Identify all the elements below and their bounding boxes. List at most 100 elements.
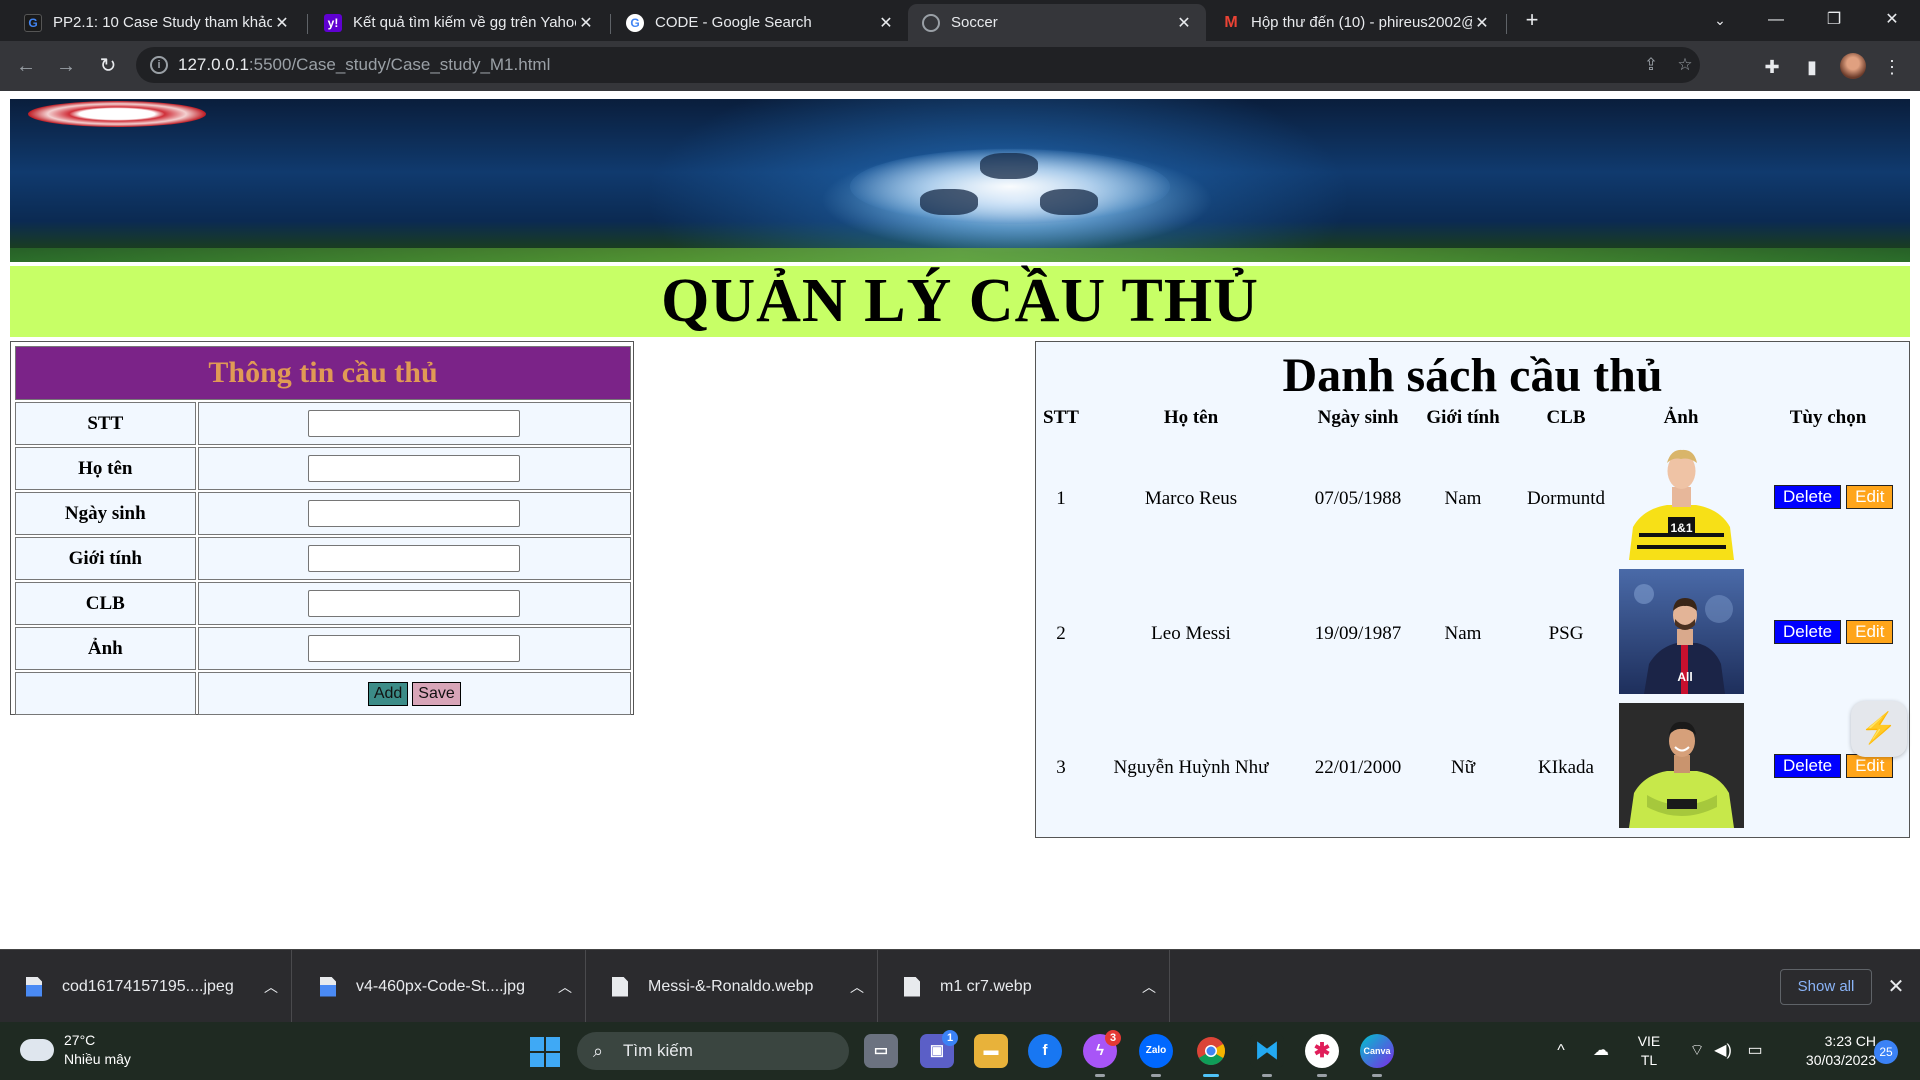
row-actions: Delete Edit <box>1774 754 1894 778</box>
edit-button[interactable]: Edit <box>1846 485 1894 509</box>
chrome-icon[interactable] <box>1194 1034 1228 1077</box>
tab-soccer[interactable]: Soccer ✕ <box>908 4 1206 41</box>
jersey-sponsor-text: 1&1 <box>1670 521 1692 535</box>
extensions-puzzle-icon[interactable]: ✚ <box>1760 55 1784 79</box>
menu-dots-icon[interactable]: ⋮ <box>1880 55 1904 79</box>
taskbar-search[interactable]: ⌕ Tìm kiếm <box>577 1032 849 1070</box>
tab-google-search[interactable]: G CODE - Google Search ✕ <box>612 4 908 41</box>
image-file-icon <box>320 976 336 997</box>
row-stt: 2 <box>1056 623 1066 644</box>
download-item[interactable]: v4-460px-Code-St....jpg ︿ <box>294 950 586 1023</box>
tab-label: Kết quả tìm kiếm về gg trên Yahoo <box>353 14 576 31</box>
forward-arrow-icon[interactable]: → <box>50 50 82 82</box>
close-icon[interactable]: ✕ <box>576 13 596 33</box>
tab-yahoo[interactable]: y! Kết quả tìm kiếm về gg trên Yahoo ✕ <box>310 4 608 41</box>
site-info-icon[interactable]: i <box>150 56 168 74</box>
row-name: Nguyễn Huỳnh Như <box>1113 757 1269 778</box>
row-name: Marco Reus <box>1144 488 1238 509</box>
new-tab-button[interactable]: + <box>1512 6 1552 34</box>
chat-badge: 1 <box>942 1030 958 1046</box>
volume-icon[interactable]: ◀) <box>1712 1040 1734 1062</box>
weather-condition: Nhiều mây <box>64 1051 131 1067</box>
delete-button[interactable]: Delete <box>1774 485 1842 509</box>
slack-icon[interactable]: ✱ <box>1305 1034 1339 1077</box>
profile-avatar[interactable] <box>1840 53 1866 79</box>
edit-button[interactable]: Edit <box>1846 620 1894 644</box>
floating-extension-button[interactable]: ⚡ <box>1851 701 1907 757</box>
delete-button[interactable]: Delete <box>1774 620 1842 644</box>
restore-icon[interactable]: ❐ <box>1814 6 1854 34</box>
battery-icon[interactable]: ▭ <box>1744 1040 1766 1062</box>
banner-image <box>10 99 1910 262</box>
tab-search-chevron-icon[interactable]: ⌄ <box>1700 6 1740 34</box>
name-input[interactable] <box>308 455 521 482</box>
chevron-up-icon[interactable]: ︿ <box>545 977 585 997</box>
edit-button[interactable]: Edit <box>1846 754 1894 778</box>
row-gender: Nữ <box>1450 757 1476 778</box>
zalo-icon[interactable]: Zalo <box>1139 1034 1173 1077</box>
reload-icon[interactable]: ↻ <box>92 50 124 82</box>
close-icon[interactable]: ✕ <box>1472 13 1492 33</box>
save-button[interactable]: Save <box>412 681 461 706</box>
dob-input[interactable] <box>308 500 521 527</box>
language-indicator[interactable]: VIE TL <box>1632 1032 1666 1070</box>
address-bar[interactable]: i 127.0.0.1:5500/Case_study/Case_study_M… <box>136 47 1700 83</box>
show-all-button[interactable]: Show all <box>1780 969 1872 1005</box>
side-panel-icon[interactable]: ▮ <box>1800 55 1824 79</box>
url-text[interactable]: 127.0.0.1:5500/Case_study/Case_study_M1.… <box>178 55 550 75</box>
back-arrow-icon[interactable]: ← <box>10 50 42 82</box>
chevron-up-icon[interactable]: ︿ <box>1129 977 1169 997</box>
messenger-icon[interactable]: ϟ3 <box>1083 1030 1121 1077</box>
canva-icon[interactable]: Canva <box>1360 1034 1394 1077</box>
download-item[interactable]: Messi-&-Ronaldo.webp ︿ <box>586 950 878 1023</box>
download-name: m1 cr7.webp <box>940 977 1032 995</box>
download-item[interactable]: cod16174157195....jpeg ︿ <box>0 950 292 1023</box>
minimize-icon[interactable]: — <box>1756 6 1796 34</box>
system-clock[interactable]: 3:23 CH 30/03/2023 <box>1780 1032 1876 1070</box>
share-icon[interactable]: ⇪ <box>1640 54 1662 76</box>
onedrive-cloud-icon[interactable]: ☁ <box>1590 1040 1612 1062</box>
url-host: 127.0.0.1 <box>178 55 249 74</box>
search-placeholder: Tìm kiếm <box>623 1041 693 1060</box>
close-icon[interactable]: ✕ <box>876 13 896 33</box>
file-icon <box>612 976 628 997</box>
clock-date: 30/03/2023 <box>1805 1052 1876 1068</box>
chat-icon[interactable]: ▣ 1 <box>920 1030 958 1068</box>
close-icon[interactable]: ✕ <box>272 13 292 33</box>
close-downloads-icon[interactable]: ✕ <box>1884 972 1908 1002</box>
start-windows-icon[interactable] <box>530 1037 560 1067</box>
page-title: QUẢN LÝ CẦU THỦ <box>661 267 1259 335</box>
weather-widget[interactable]: 27°C Nhiều mây <box>20 1031 131 1069</box>
close-icon[interactable]: ✕ <box>1174 13 1194 33</box>
gender-input[interactable] <box>308 545 521 572</box>
bookmark-star-icon[interactable]: ☆ <box>1674 54 1696 76</box>
file-explorer-icon[interactable]: ▬ <box>974 1034 1008 1068</box>
task-view-icon[interactable]: ▭ <box>864 1034 898 1068</box>
delete-button[interactable]: Delete <box>1774 754 1842 778</box>
field-label-dob: Ngày sinh <box>15 492 196 535</box>
row-stt: 1 <box>1056 488 1066 509</box>
search-icon: ⌕ <box>593 1041 604 1061</box>
player-list: Danh sách cầu thủ STT Họ tên Ngày sinh G… <box>1035 341 1910 838</box>
chevron-up-icon[interactable]: ︿ <box>837 977 877 997</box>
wifi-icon[interactable]: ⌔ <box>1686 1040 1708 1062</box>
window-close-icon[interactable]: ✕ <box>1872 6 1912 34</box>
chevron-up-icon[interactable]: ^ <box>1550 1040 1572 1062</box>
tab-separator <box>1506 14 1507 34</box>
chevron-up-icon[interactable]: ︿ <box>251 977 291 997</box>
row-gender: Nam <box>1444 488 1482 509</box>
tab-case-study[interactable]: G PP2.1: 10 Case Study tham khảo ✕ <box>10 4 304 41</box>
field-label-name: Họ tên <box>15 447 196 490</box>
facebook-icon[interactable]: f <box>1028 1034 1062 1068</box>
cloud-icon <box>20 1031 54 1061</box>
add-button[interactable]: Add <box>367 681 409 706</box>
download-item[interactable]: m1 cr7.webp ︿ <box>878 950 1170 1023</box>
vscode-icon[interactable]: ⧓ <box>1250 1034 1284 1077</box>
photo-input[interactable] <box>308 635 521 662</box>
tab-gmail[interactable]: M Hộp thư đến (10) - phireus2002@ ✕ <box>1208 4 1504 41</box>
tab-label: CODE - Google Search <box>655 14 812 31</box>
notification-badge[interactable]: 25 <box>1874 1040 1898 1064</box>
logo-icon <box>28 101 206 127</box>
stt-input[interactable] <box>308 410 521 437</box>
club-input[interactable] <box>308 590 521 617</box>
